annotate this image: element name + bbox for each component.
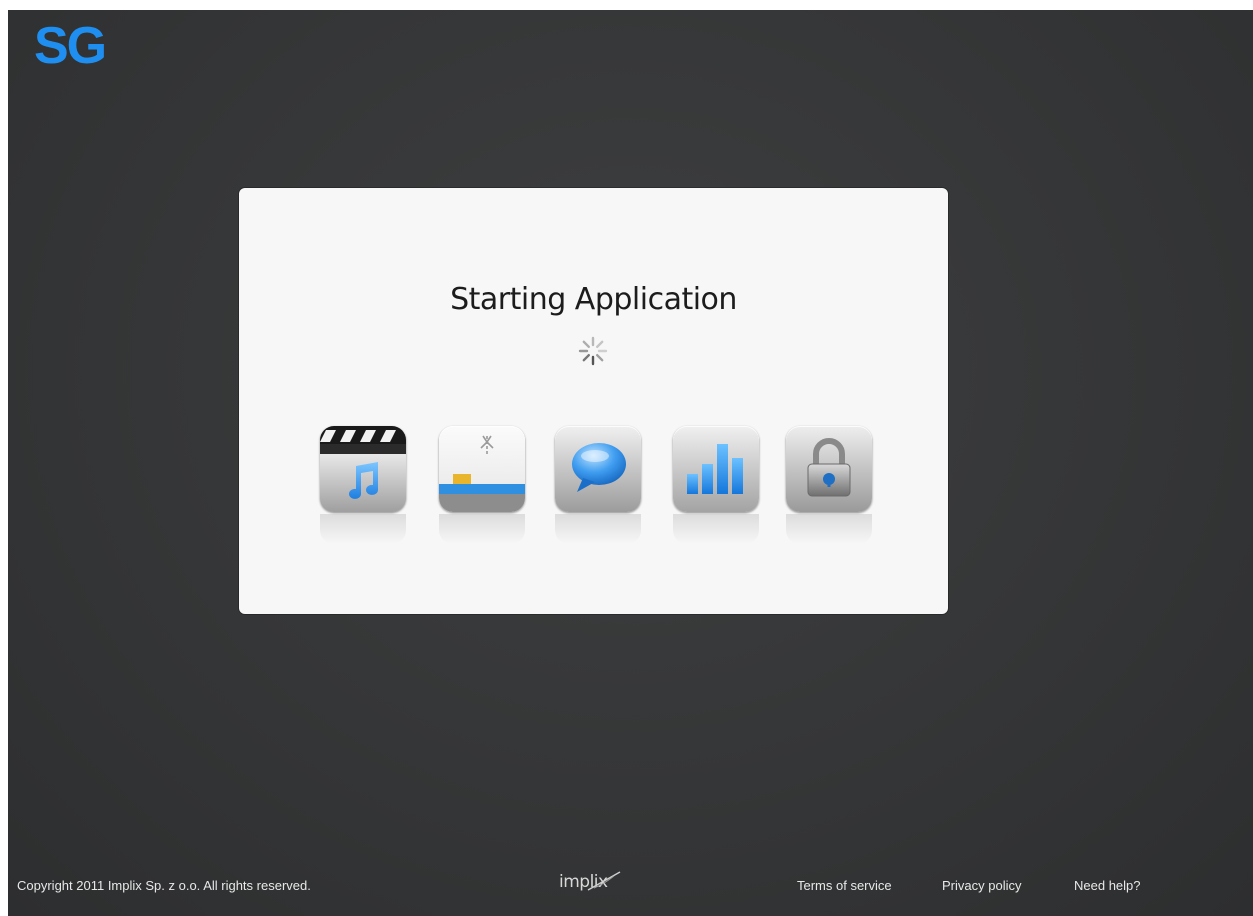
dialog-title: Starting Application <box>450 282 737 317</box>
terms-link[interactable]: Terms of service <box>797 878 892 893</box>
help-link[interactable]: Need help? <box>1074 878 1141 893</box>
padlock-icon <box>807 438 851 497</box>
sg-logo[interactable]: SG <box>34 20 107 72</box>
app-icons-row <box>320 426 880 546</box>
privacy-link[interactable]: Privacy policy <box>942 878 1021 893</box>
copyright-text: Copyright 2011 Implix Sp. z o.o. All rig… <box>17 878 311 893</box>
app-tile-security <box>786 426 872 544</box>
bar-chart-icon <box>687 444 743 494</box>
app-tile-upload <box>439 426 525 544</box>
app-tile-stats <box>673 426 759 544</box>
loading-spinner-icon <box>578 336 608 366</box>
app-tile-chat <box>555 426 641 544</box>
footer: Copyright 2011 Implix Sp. z o.o. All rig… <box>8 871 1253 896</box>
video-music-icon <box>320 426 406 512</box>
implix-swoosh-icon <box>587 871 621 891</box>
app-tile-video <box>320 426 406 544</box>
app-background: SG Starting Application Copyright 2011 I… <box>8 10 1253 916</box>
upload-icon <box>439 435 525 512</box>
chat-bubble-icon <box>572 443 626 492</box>
loading-dialog: Starting Application <box>239 188 948 614</box>
